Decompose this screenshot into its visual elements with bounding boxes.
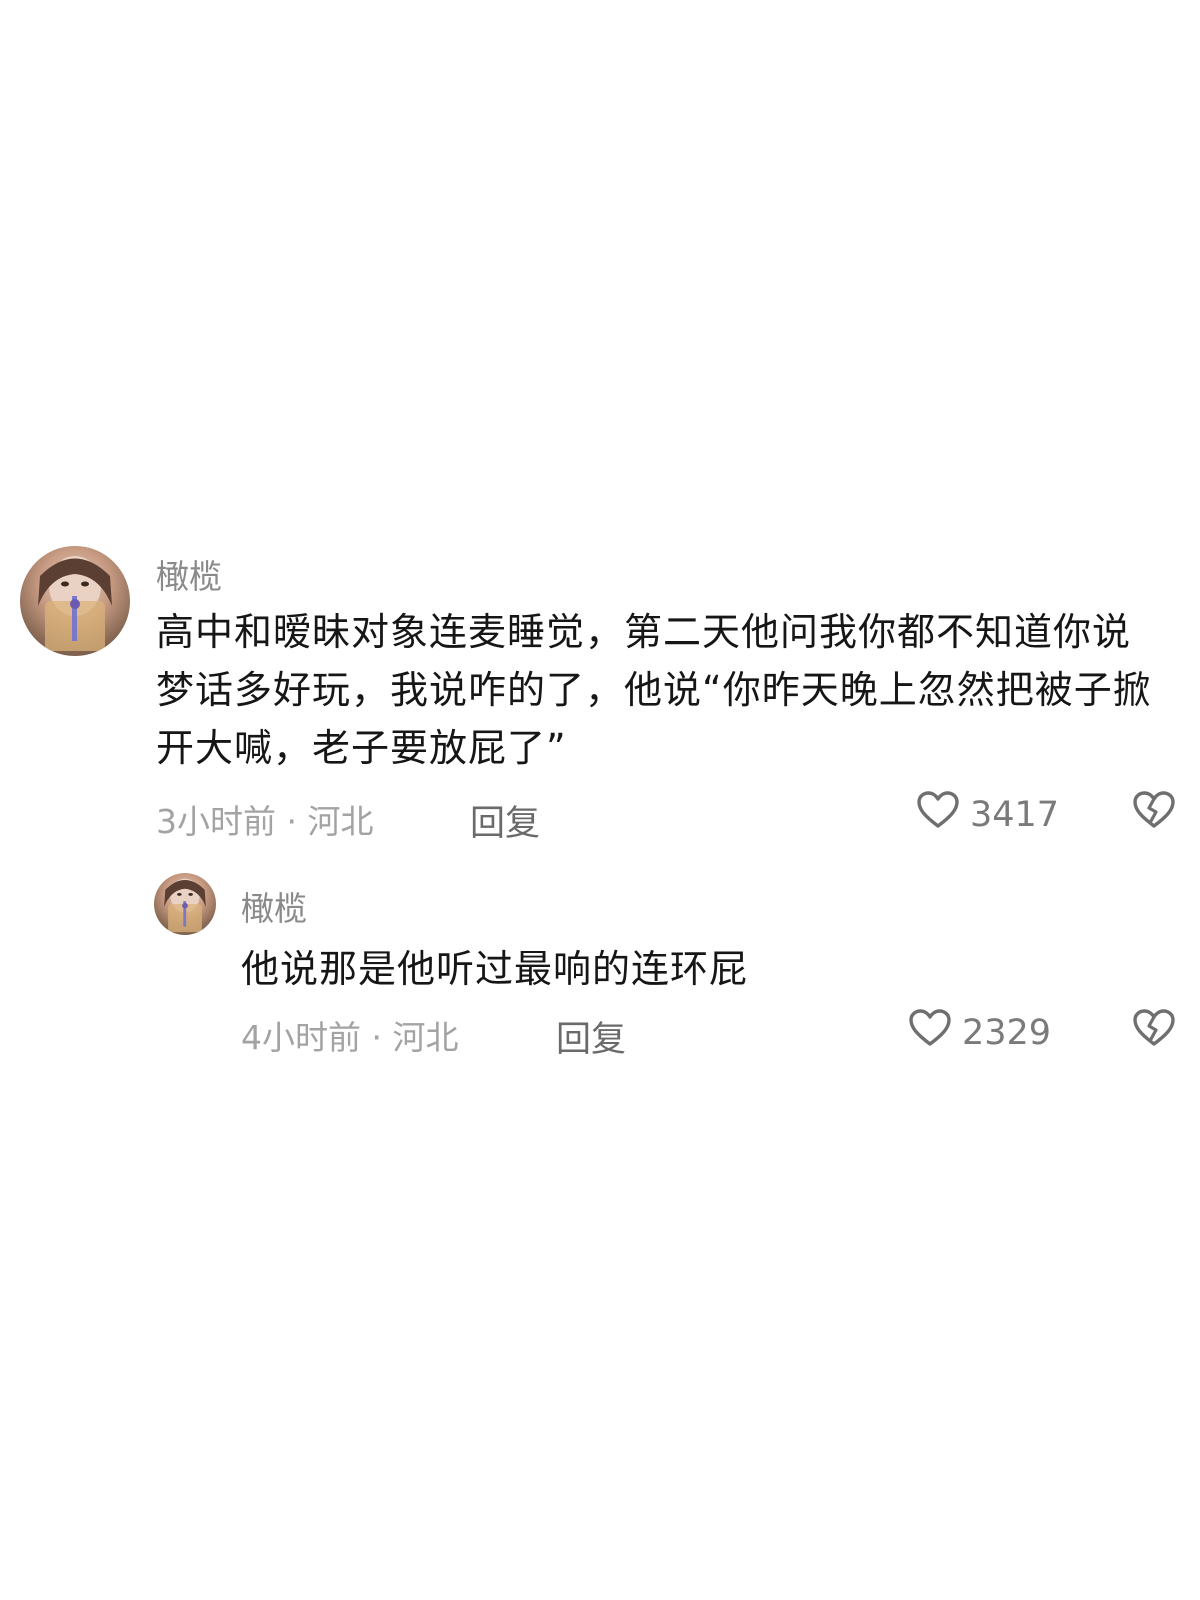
comment-text: 他说那是他听过最响的连环屁 [241, 947, 749, 991]
reply-button[interactable]: 回复 [556, 1011, 626, 1062]
username[interactable]: 橄榄 [241, 882, 307, 930]
broken-heart-icon [1132, 1009, 1176, 1052]
dislike-button[interactable] [1132, 790, 1176, 834]
like-button[interactable]: 2329 [908, 1008, 1051, 1057]
like-count: 2329 [962, 1012, 1052, 1053]
like-button[interactable]: 3417 [916, 790, 1059, 839]
avatar[interactable] [154, 873, 216, 935]
username[interactable]: 橄榄 [156, 550, 222, 598]
avatar[interactable] [20, 546, 130, 656]
reply-button[interactable]: 回复 [470, 795, 540, 846]
heart-outline-icon [916, 790, 960, 839]
comment-meta: 4小时前 · 河北 [241, 1018, 459, 1057]
broken-heart-icon [1132, 791, 1176, 834]
heart-outline-icon [908, 1008, 952, 1057]
dislike-button[interactable] [1132, 1008, 1176, 1052]
comment-meta: 3小时前 · 河北 [156, 802, 374, 841]
comment-text: 高中和暧昧对象连麦睡觉，第二天他问我你都不知道你说梦话多好玩，我说咋的了，他说“… [156, 610, 1152, 770]
like-count: 3417 [970, 794, 1060, 835]
